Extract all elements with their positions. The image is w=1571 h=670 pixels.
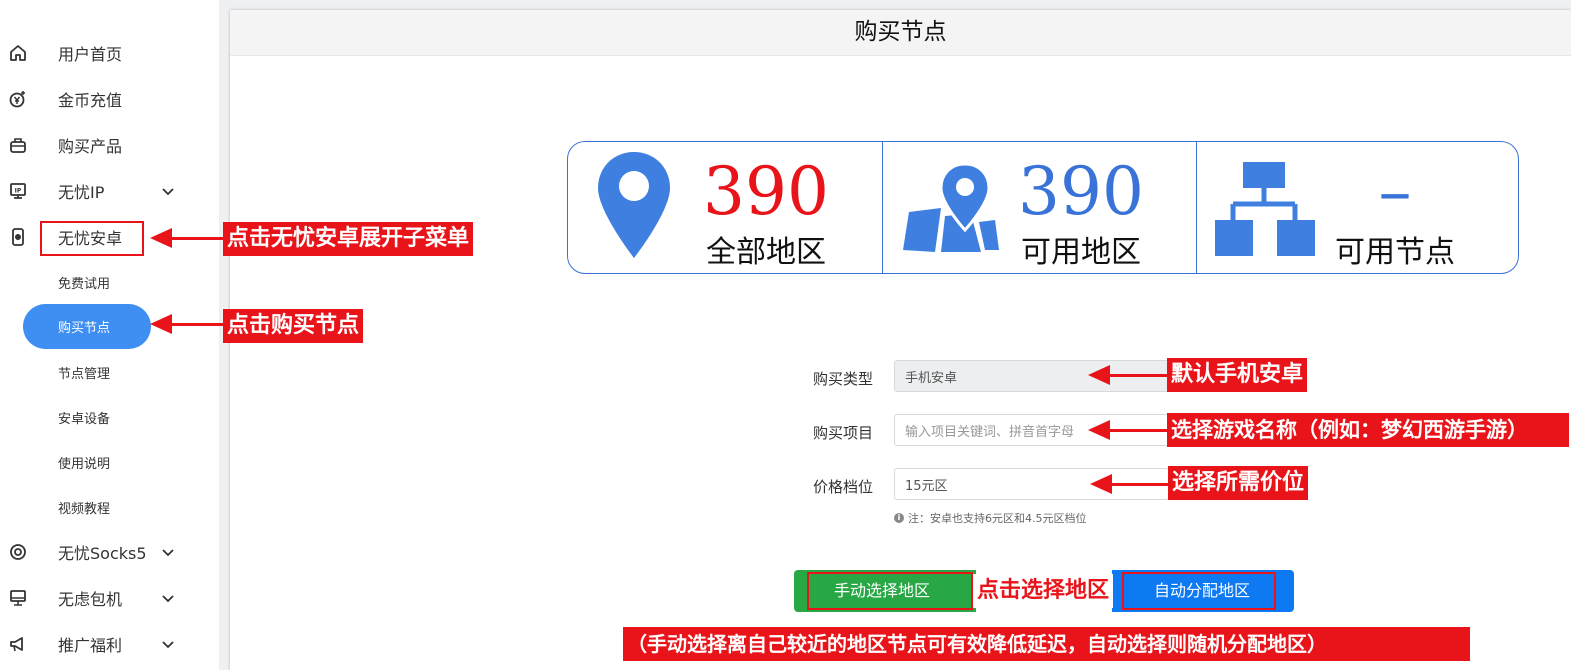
highlight-auto-button [1122, 572, 1276, 610]
annotation-click-buy: 点击购买节点 [223, 309, 364, 343]
map-pin-icon [903, 162, 999, 252]
annotation-choose-price: 选择所需价位 [1168, 466, 1309, 500]
annotation-arrow [150, 228, 226, 248]
sub-item-label: 安卓设备 [58, 411, 111, 427]
stat-label: 可用地区 [1021, 235, 1141, 270]
sub-item-usage-guide[interactable]: 使用说明 [58, 447, 110, 477]
stat-value: – [1378, 153, 1412, 230]
stat-available-nodes: – 可用节点 [1197, 142, 1512, 273]
android-phone-icon [12, 228, 24, 246]
annotation-bottom-tip: （手动选择离自己较近的地区节点可有效降低延迟，自动选择则随机分配地区） [623, 627, 1470, 661]
stat-label: 可用节点 [1335, 235, 1455, 270]
sidebar-item-label: 无虑包机 [58, 590, 123, 609]
sub-item-free-trial[interactable]: 免费试用 [58, 267, 110, 297]
chevron-down-icon[interactable] [160, 636, 176, 652]
sub-item-node-management[interactable]: 节点管理 [58, 357, 110, 387]
network-tree-icon [1215, 162, 1315, 256]
annotation-arrow [1088, 420, 1168, 440]
shopping-bag-icon [10, 138, 26, 153]
sidebar-item-wuyou-socks5[interactable]: 无忧Socks5 [0, 532, 219, 572]
sidebar-item-label: 无忧IP [58, 183, 105, 202]
stat-label: 全部地区 [706, 235, 826, 270]
svg-text:IP: IP [15, 188, 22, 195]
annotation-expand-menu: 点击无忧安卓展开子菜单 [223, 222, 474, 256]
stat-value: 390 [1018, 153, 1144, 230]
sidebar-item-label: 推广福利 [58, 636, 123, 655]
sub-item-label: 节点管理 [58, 366, 111, 382]
highlight-manual-button [807, 572, 973, 610]
sub-item-label: 免费试用 [58, 276, 111, 292]
stat-all-regions: 390 全部地区 [568, 142, 883, 273]
location-pin-icon [598, 152, 670, 258]
price-note: i 注：安卓也支持6元区和4.5元区档位 [894, 510, 1087, 526]
sidebar-item-label: 无忧Socks5 [58, 544, 147, 563]
price-tier-label: 价格档位 [812, 478, 873, 496]
page-header: 购买节点 [230, 10, 1571, 56]
annotation-arrow [1090, 474, 1170, 494]
stat-available-regions: 390 可用地区 [883, 142, 1198, 273]
stat-value: 390 [703, 153, 829, 230]
sidebar-item-label: 金币充值 [58, 91, 123, 110]
stats-card: 390 全部地区 390 可用地区 – 可用节点 [567, 141, 1519, 274]
megaphone-icon [10, 637, 23, 652]
desktop-icon [10, 590, 26, 606]
price-note-text: 注：安卓也支持6元区和4.5元区档位 [908, 512, 1087, 525]
socks-target-icon [10, 544, 26, 560]
purchase-type-label: 购买类型 [812, 370, 873, 388]
sub-item-video-tutorial[interactable]: 视频教程 [58, 492, 110, 522]
sub-item-label: 视频教程 [58, 501, 111, 517]
sub-item-label: 购买节点 [58, 321, 111, 336]
annotation-arrow [1088, 365, 1168, 385]
annotation-click-region: 点击选择地区 [973, 574, 1114, 608]
ip-monitor-icon: IP [10, 183, 26, 199]
page-title: 购买节点 [854, 19, 947, 45]
sidebar: 用户首页 金币充值 购买产品 IP 无忧IP 无忧安卓 免费试用 购买节点 节点… [0, 0, 219, 670]
highlight-wuyou-android [40, 221, 144, 256]
coin-recharge-icon [9, 91, 25, 108]
main-panel: 购买节点 390 全部地区 390 可用地区 – 可用节点 购买类型 手机安卓 … [230, 10, 1571, 670]
chevron-down-icon[interactable] [160, 544, 176, 560]
sub-item-label: 使用说明 [58, 456, 111, 472]
home-icon [10, 45, 26, 61]
sidebar-item-label: 购买产品 [58, 137, 123, 156]
sidebar-item-wuyou-ip[interactable]: IP 无忧IP [0, 171, 219, 211]
purchase-project-label: 购买项目 [812, 424, 873, 442]
sub-item-android-devices[interactable]: 安卓设备 [58, 402, 110, 432]
chevron-down-icon[interactable] [160, 590, 176, 606]
sidebar-item-recharge[interactable]: 金币充值 [0, 79, 219, 119]
annotation-arrow [150, 314, 226, 334]
sidebar-item-promotion[interactable]: 推广福利 [0, 624, 219, 664]
info-icon: i [894, 513, 904, 523]
annotation-default-android: 默认手机安卓 [1167, 358, 1308, 392]
sub-item-buy-node[interactable]: 购买节点 [23, 304, 151, 349]
annotation-choose-game: 选择游戏名称（例如：梦幻西游手游） [1167, 413, 1569, 447]
sidebar-item-buy-product[interactable]: 购买产品 [0, 125, 219, 165]
sidebar-item-dedicated-host[interactable]: 无虑包机 [0, 578, 219, 618]
chevron-down-icon[interactable] [160, 183, 176, 199]
